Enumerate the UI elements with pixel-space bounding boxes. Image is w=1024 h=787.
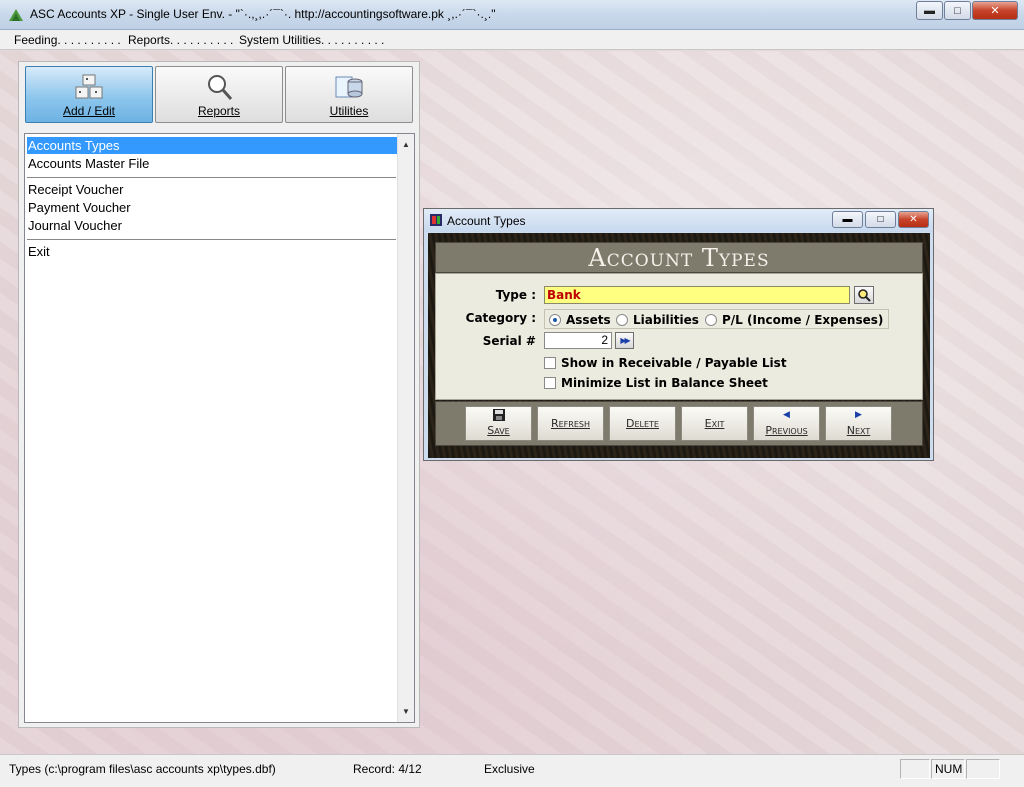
serial-label: Serial # xyxy=(482,334,536,348)
list-scrollbar[interactable]: ▲ ▼ xyxy=(397,134,414,722)
minimize-icon: ▬ xyxy=(842,214,853,225)
dialog-title-bar: Account Types ▬ □ ✕ xyxy=(424,209,933,232)
dialog-header: Account Types xyxy=(435,242,923,273)
scroll-up-icon[interactable]: ▲ xyxy=(402,140,410,149)
receivable-checkbox[interactable]: Show in Receivable / Payable List xyxy=(544,356,787,370)
dialog-form: Type : Bank Category : Assets Liabilitie… xyxy=(435,273,923,400)
utilities-icon xyxy=(335,76,363,98)
dialog-minimize-button[interactable]: ▬ xyxy=(832,211,863,228)
magnifier-icon xyxy=(208,75,233,100)
window-title: ASC Accounts XP - Single User Env. - "`·… xyxy=(30,7,496,21)
exit-label: Exit xyxy=(704,417,725,430)
maximize-icon: □ xyxy=(954,4,961,17)
save-button[interactable]: Save xyxy=(465,406,532,441)
add-edit-icon xyxy=(75,74,103,99)
add-edit-button[interactable]: Add / Edit xyxy=(25,66,153,123)
status-mode: Exclusive xyxy=(484,762,535,776)
search-icon xyxy=(858,289,871,302)
serial-input[interactable]: 2 xyxy=(544,332,612,349)
category-label: Category : xyxy=(465,311,536,325)
status-num-cell: NUM xyxy=(931,759,965,779)
close-icon: ✕ xyxy=(909,214,918,225)
add-edit-label: Add / Edit xyxy=(62,104,116,118)
list-item-payment-voucher[interactable]: Payment Voucher xyxy=(27,199,397,216)
dialog-toolbar: Save Refresh Delete Exit ◀ Previous ▶ Ne… xyxy=(435,401,923,446)
dialog-body: Account Types Type : Bank Category : Ass… xyxy=(428,233,930,458)
category-radio-group: Assets Liabilities P/L (Income / Expense… xyxy=(544,309,889,329)
reports-label: Reports xyxy=(197,104,241,118)
maximize-icon: □ xyxy=(877,214,884,225)
status-cell xyxy=(966,759,1000,779)
function-list: Accounts Types Accounts Master File Rece… xyxy=(24,133,415,723)
app-icon xyxy=(9,9,23,21)
refresh-button[interactable]: Refresh xyxy=(537,406,604,441)
radio-dot xyxy=(705,314,717,326)
status-num: NUM xyxy=(935,762,963,776)
minimize-checkbox[interactable]: Minimize List in Balance Sheet xyxy=(544,376,768,390)
list-separator xyxy=(27,177,396,178)
status-cell xyxy=(900,759,930,779)
previous-arrow-icon: ◀ xyxy=(783,410,790,420)
category-radio-liabilities[interactable]: Liabilities xyxy=(616,313,699,327)
category-radio-pl[interactable]: P/L (Income / Expenses) xyxy=(705,313,883,327)
scroll-down-icon[interactable]: ▼ xyxy=(402,707,410,716)
fast-forward-icon: ▶▶ xyxy=(620,336,630,345)
checkbox-box xyxy=(544,357,556,369)
floppy-disk-icon xyxy=(492,409,505,421)
title-bar: ASC Accounts XP - Single User Env. - "`·… xyxy=(0,0,1024,30)
list-item-exit[interactable]: Exit xyxy=(27,243,397,260)
previous-button[interactable]: ◀ Previous xyxy=(753,406,820,441)
menu-feeding[interactable]: Feeding. . . . . . . . . . xyxy=(14,33,121,47)
dialog-title: Account Types xyxy=(447,214,526,228)
category-pl-label: P/L (Income / Expenses) xyxy=(722,313,884,327)
utilities-label: Utilities xyxy=(329,104,369,118)
menu-bar: Feeding. . . . . . . . . . Reports. . . … xyxy=(0,30,1024,50)
close-button[interactable]: ✕ xyxy=(972,1,1018,20)
category-assets-label: Assets xyxy=(566,313,611,327)
list-item-accounts-types[interactable]: Accounts Types xyxy=(27,137,397,154)
reports-button[interactable]: Reports xyxy=(155,66,283,123)
dialog-close-button[interactable]: ✕ xyxy=(898,211,929,228)
next-arrow-icon: ▶ xyxy=(855,410,862,420)
type-lookup-button[interactable] xyxy=(854,286,874,304)
type-input[interactable]: Bank xyxy=(544,286,850,304)
radio-dot xyxy=(549,314,561,326)
receivable-checkbox-label: Show in Receivable / Payable List xyxy=(561,356,787,370)
list-separator xyxy=(27,239,396,240)
dialog-book-icon xyxy=(430,214,442,226)
radio-dot xyxy=(616,314,628,326)
minimize-icon: ▬ xyxy=(924,4,935,17)
menu-system-utilities[interactable]: System Utilities. . . . . . . . . . xyxy=(239,33,384,47)
list-item-journal-voucher[interactable]: Journal Voucher xyxy=(27,217,397,234)
category-radio-assets[interactable]: Assets xyxy=(549,313,611,327)
status-file-path: Types (c:\program files\asc accounts xp\… xyxy=(9,762,276,776)
close-icon: ✕ xyxy=(990,5,1000,17)
previous-label: Previous xyxy=(765,424,808,437)
maximize-button[interactable]: □ xyxy=(944,1,971,20)
refresh-label: Refresh xyxy=(550,417,590,430)
dialog-maximize-button[interactable]: □ xyxy=(865,211,896,228)
delete-button[interactable]: Delete xyxy=(609,406,676,441)
type-label: Type : xyxy=(495,288,536,302)
account-types-dialog: Account Types ▬ □ ✕ Account Types Type :… xyxy=(423,208,934,461)
checkbox-box xyxy=(544,377,556,389)
next-button[interactable]: ▶ Next xyxy=(825,406,892,441)
minimize-button[interactable]: ▬ xyxy=(916,1,943,20)
list-item-receipt-voucher[interactable]: Receipt Voucher xyxy=(27,181,397,198)
list-item-accounts-master-file[interactable]: Accounts Master File xyxy=(27,155,397,172)
next-label: Next xyxy=(846,424,871,437)
category-liabilities-label: Liabilities xyxy=(633,313,699,327)
save-label: Save xyxy=(487,424,510,437)
delete-label: Delete xyxy=(626,417,659,430)
status-record: Record: 4/12 xyxy=(353,762,422,776)
status-bar: Types (c:\program files\asc accounts xp\… xyxy=(0,754,1024,787)
utilities-button[interactable]: Utilities xyxy=(285,66,413,123)
minimize-checkbox-label: Minimize List in Balance Sheet xyxy=(561,376,768,390)
left-panel: Add / Edit Reports Utilities Accounts Ty… xyxy=(18,61,420,728)
exit-button[interactable]: Exit xyxy=(681,406,748,441)
serial-next-button[interactable]: ▶▶ xyxy=(615,332,634,349)
menu-reports[interactable]: Reports. . . . . . . . . . xyxy=(128,33,233,47)
